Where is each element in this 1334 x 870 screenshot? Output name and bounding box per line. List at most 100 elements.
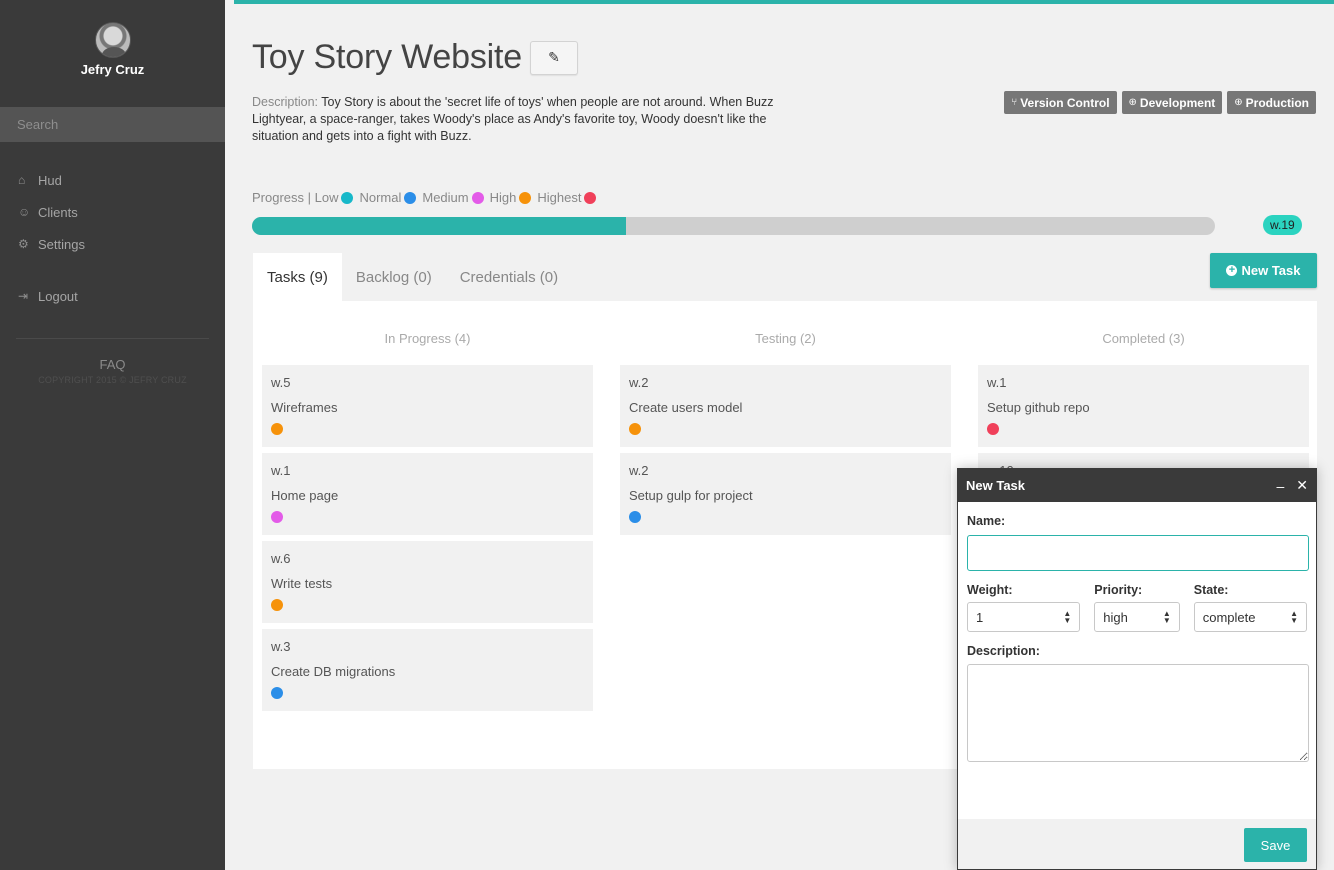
faq-link[interactable]: FAQ — [0, 357, 225, 372]
priority-dot-normal — [404, 191, 417, 204]
progress-fill — [252, 217, 626, 235]
sidebar-divider — [16, 338, 209, 339]
legend-label-high: High — [489, 190, 517, 205]
priority-dot-low — [341, 191, 354, 204]
minimize-icon[interactable]: – — [1276, 478, 1284, 494]
priority-dot — [629, 511, 641, 523]
weight-group: Weight: 1 ▲ ▼ — [967, 583, 1081, 632]
env-button-label: Production — [1245, 95, 1309, 110]
user-icon: ☺ — [18, 205, 31, 219]
task-weight: w.6 — [271, 551, 291, 566]
task-name: Create users model — [629, 400, 743, 415]
tab-backlog[interactable]: Backlog (0) — [342, 253, 446, 301]
select-arrows-icon: ▲ ▼ — [1063, 609, 1072, 625]
close-icon[interactable]: ✕ — [1296, 477, 1308, 494]
search-box — [0, 107, 225, 142]
priority-dot — [629, 423, 641, 435]
sidebar-item-clients[interactable]: ☺ Clients — [0, 196, 225, 228]
avatar[interactable] — [94, 22, 131, 58]
priority-dot — [271, 599, 283, 611]
legend-label-normal: Normal — [359, 190, 402, 205]
column-title: Completed (3) — [1102, 331, 1185, 346]
state-group: State: complete ▲ ▼ — [1193, 583, 1308, 632]
task-card[interactable]: w.3 Create DB migrations — [262, 629, 593, 711]
task-card[interactable]: w.2 Setup gulp for project — [620, 453, 951, 535]
sidebar-item-label: Settings — [38, 236, 85, 252]
plus-circle-icon: + — [1226, 265, 1238, 276]
profile: Jefry Cruz — [0, 0, 225, 107]
task-card[interactable]: w.2 Create users model — [620, 365, 951, 447]
task-card[interactable]: w.6 Write tests — [262, 541, 593, 623]
task-weight: w.1 — [271, 463, 291, 478]
home-icon: ⌂ — [18, 173, 26, 187]
priority-dot-medium — [471, 191, 484, 204]
task-name: Create DB migrations — [271, 664, 396, 679]
priority-dot-high — [519, 191, 532, 204]
task-weight: w.2 — [629, 463, 649, 478]
sidebar-item-hud[interactable]: ⌂ Hud — [0, 164, 225, 196]
select-arrows-icon: ▲ ▼ — [1162, 609, 1171, 625]
dialog-title: New Task — [966, 478, 1026, 493]
profile-name: Jefry Cruz — [80, 62, 145, 77]
task-weight: w.3 — [271, 639, 291, 654]
task-name-input[interactable] — [967, 535, 1309, 571]
sidebar-item-settings[interactable]: ⚙ Settings — [0, 228, 225, 260]
branch-icon: ⑂ — [1011, 97, 1018, 108]
priority-dot — [271, 511, 283, 523]
priority-dot — [271, 423, 283, 435]
column-in-progress: In Progress (4) w.5 Wireframes w.1 Home page… — [262, 301, 593, 717]
page-title: Toy Story Website — [252, 38, 522, 76]
new-task-button[interactable]: + New Task — [1210, 253, 1317, 288]
total-weight-badge: w.19 — [1263, 215, 1302, 235]
save-button[interactable]: Save — [1244, 828, 1307, 862]
priority-dot — [271, 687, 283, 699]
development-button[interactable]: ⊕ Development — [1121, 91, 1223, 114]
state-label: State: — [1193, 583, 1229, 597]
column-testing: Testing (2) w.2 Create users model w.2 Setup… — [620, 301, 951, 541]
legend-label-medium: Medium — [422, 190, 469, 205]
tab-credentials[interactable]: Credentials (0) — [446, 253, 572, 301]
env-button-label: Version Control — [1020, 95, 1110, 110]
state-select[interactable]: complete ▲ ▼ — [1193, 602, 1308, 632]
task-card[interactable]: w.1 Home page — [262, 453, 593, 535]
task-name: Setup gulp for project — [629, 488, 753, 503]
weight-value: 1 — [976, 609, 984, 625]
sidebar-item-logout[interactable]: ⇥ Logout — [0, 280, 225, 312]
globe-icon: ⊕ — [1234, 97, 1243, 108]
task-name: Wireframes — [271, 400, 338, 415]
sidebar-item-label: Hud — [38, 172, 62, 188]
task-name: Write tests — [271, 576, 333, 591]
search-input[interactable] — [0, 107, 225, 142]
task-weight: w.1 — [987, 375, 1007, 390]
column-title: In Progress (4) — [384, 331, 471, 346]
production-button[interactable]: ⊕ Production — [1227, 91, 1316, 114]
tab-bar: Tasks (9) Backlog (0) Credentials (0) — [253, 253, 572, 301]
task-card[interactable]: w.5 Wireframes — [262, 365, 593, 447]
tab-tasks[interactable]: Tasks (9) — [253, 253, 342, 301]
sidebar-item-label: Clients — [38, 204, 78, 220]
copyright: COPYRIGHT 2015 © JEFRY CRUZ — [38, 375, 187, 385]
task-name: Setup github repo — [987, 400, 1090, 415]
sidebar-nav: ⌂ Hud ☺ Clients ⚙ Settings — [0, 164, 225, 260]
task-card[interactable]: w.1 Setup github repo — [978, 365, 1309, 447]
weight-select[interactable]: 1 ▲ ▼ — [967, 602, 1081, 632]
dialog-footer: Save — [958, 819, 1316, 869]
weight-label: Weight: — [967, 583, 1013, 597]
legend-prefix: Progress | Low — [252, 190, 339, 205]
sidebar: Jefry Cruz ⌂ Hud ☺ Clients ⚙ Settings ⇥ Logou… — [0, 0, 225, 870]
task-description-input[interactable] — [967, 664, 1309, 762]
progress-legend: Progress | Low Normal Medium High Highest — [252, 190, 602, 205]
priority-dot-highest — [584, 191, 597, 204]
globe-icon: ⊕ — [1128, 97, 1137, 108]
top-accent-bar — [234, 0, 1334, 4]
description-field-label: Description: — [967, 644, 1040, 658]
environment-buttons: ⑂ Version Control ⊕ Development ⊕ Production — [1004, 91, 1316, 114]
task-weight: w.5 — [271, 375, 291, 390]
pencil-icon: ✎ — [548, 49, 560, 65]
priority-select[interactable]: high ▲ ▼ — [1094, 602, 1180, 632]
sidebar-item-label: Logout — [38, 288, 78, 304]
env-button-label: Development — [1139, 95, 1216, 110]
version-control-button[interactable]: ⑂ Version Control — [1004, 91, 1117, 114]
legend-label-highest: Highest — [537, 190, 582, 205]
edit-title-button[interactable]: ✎ — [529, 40, 578, 75]
